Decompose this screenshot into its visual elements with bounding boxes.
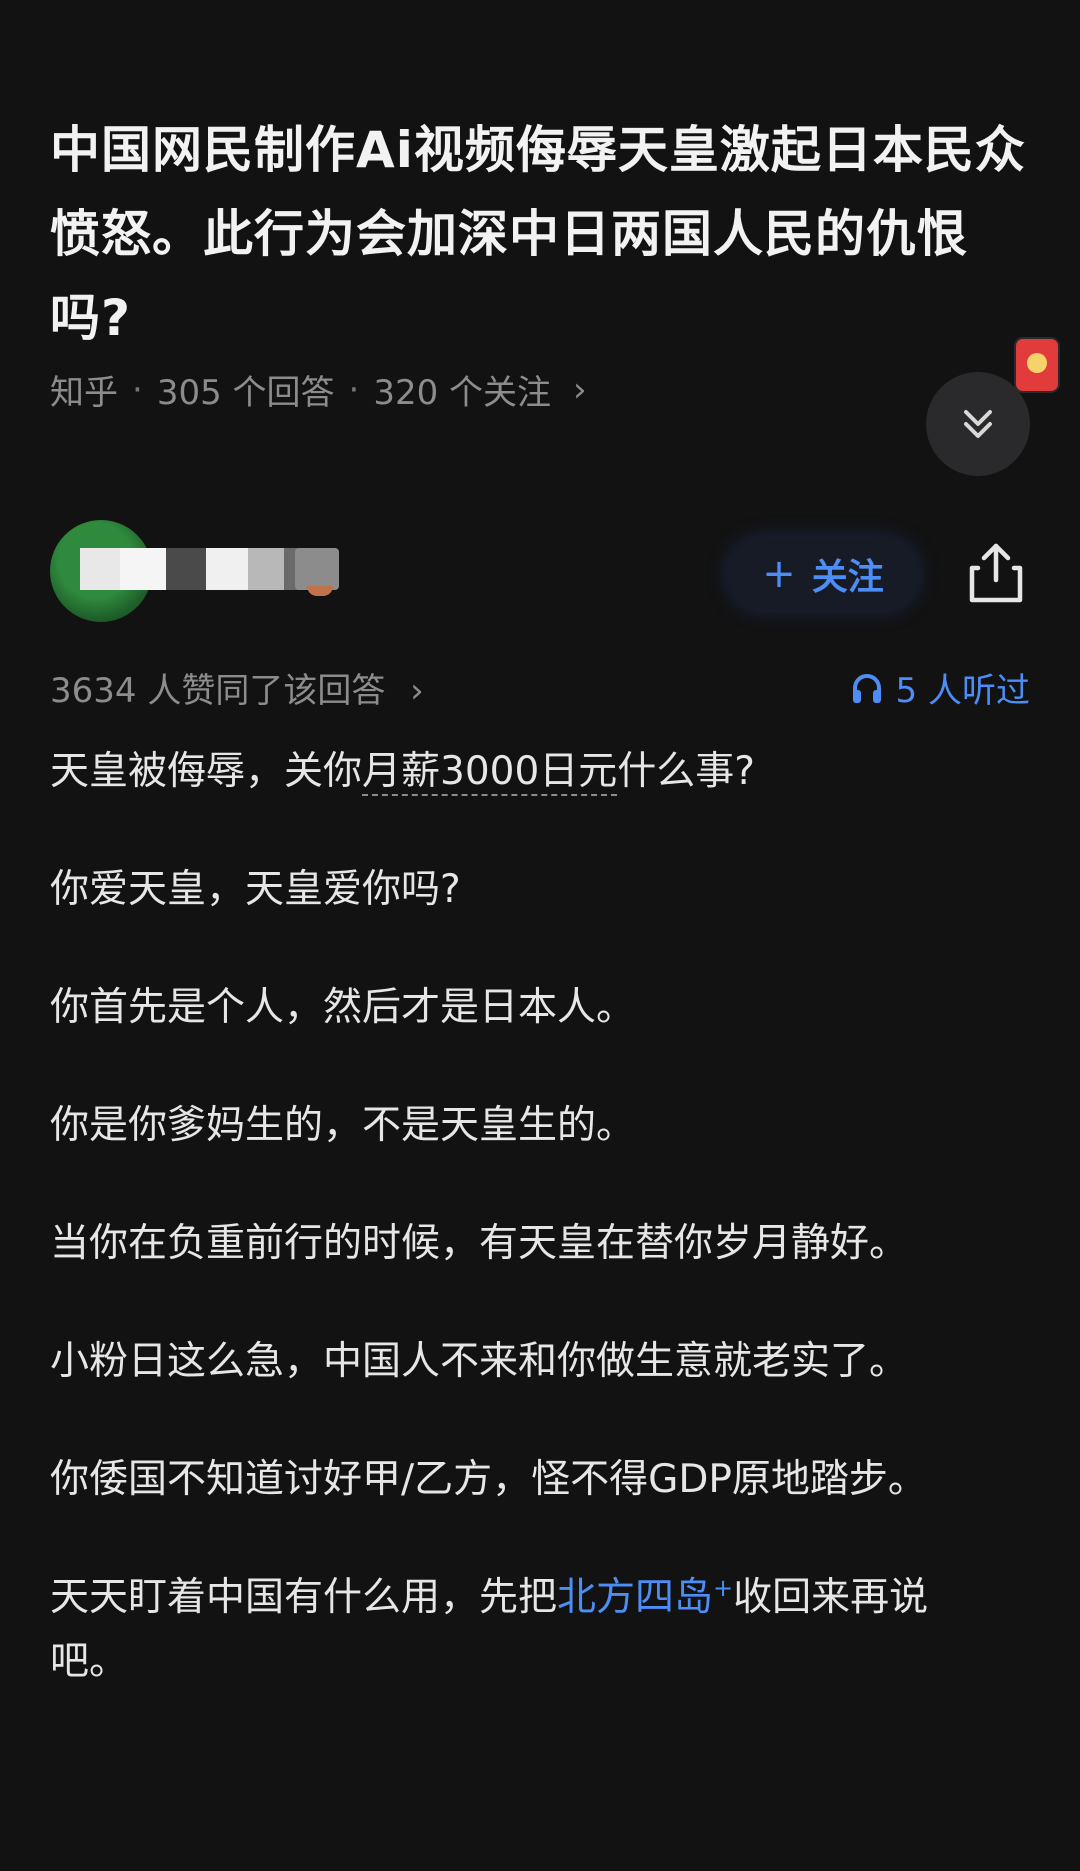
answer-text: 什么事?	[617, 749, 755, 794]
answer-paragraph: 小粉日这么急，中国人不来和你做生意就老实了。	[50, 1339, 909, 1384]
red-packet-icon[interactable]	[1016, 339, 1058, 391]
answer-content: 天皇被侮辱，关你月薪3000日元什么事? 你爱天皇，天皇爱你吗? 你首先是个人，…	[50, 740, 1030, 1748]
plus-icon: +	[762, 551, 796, 597]
listened-count[interactable]: 5 人听过	[850, 663, 1030, 712]
answer-text: 天天盯着中国有什么用，先把	[50, 1575, 558, 1620]
answer-paragraph: 天皇被侮辱，关你月薪3000日元什么事?	[50, 740, 970, 804]
question-meta[interactable]: 知乎 · 305 个回答 · 320 个关注 ›	[50, 365, 587, 414]
zhihu-answer-page: 中国网民制作Ai视频侮辱天皇激起日本民众愤怒。此行为会加深中日两国人民的仇恨吗?…	[0, 0, 1080, 1871]
share-icon	[969, 543, 1023, 603]
annotated-term[interactable]: 月薪3000日元	[362, 749, 618, 796]
upvote-count: 3634 人赞同了该回答	[50, 671, 386, 711]
search-link[interactable]: 北方四岛	[557, 1575, 713, 1620]
answer-paragraph: 你是你爹妈生的，不是天皇生的。	[50, 1103, 636, 1148]
follow-label: 关注	[811, 557, 884, 598]
answer-paragraph: 天天盯着中国有什么用，先把北方四岛+收回来再说吧。	[50, 1566, 970, 1694]
author-name-redacted[interactable]	[80, 548, 316, 590]
answer-paragraph: 当你在负重前行的时候，有天皇在替你岁月静好。	[50, 1221, 909, 1266]
listened-text: 5 人听过	[895, 671, 1030, 711]
double-chevron-down-icon	[964, 410, 992, 438]
upvote-count-link[interactable]: 3634 人赞同了该回答 ›	[50, 663, 424, 712]
collapse-button[interactable]	[926, 372, 1030, 476]
follow-button[interactable]: + 关注	[728, 538, 918, 610]
meta-separator: ·	[132, 369, 143, 410]
answer-paragraph: 你倭国不知道讨好甲/乙方，怪不得GDP原地踏步。	[50, 1457, 927, 1502]
answer-text: 天皇被侮辱，关你	[50, 749, 363, 794]
followers-count: 320 个关注	[373, 373, 552, 413]
answer-paragraph: 你爱天皇，天皇爱你吗?	[50, 867, 461, 912]
meta-separator: ·	[348, 369, 360, 410]
answer-paragraph: 你首先是个人，然后才是日本人。	[50, 985, 636, 1030]
answers-count: 305 个回答	[156, 373, 335, 413]
chevron-right-icon: ›	[573, 369, 587, 410]
search-link-marker: +	[713, 1574, 734, 1602]
share-button[interactable]	[966, 540, 1026, 604]
chevron-right-icon: ›	[410, 671, 424, 711]
headphones-icon	[852, 673, 881, 703]
source-label: 知乎	[50, 373, 118, 413]
author-badge-redacted	[295, 548, 339, 596]
question-title[interactable]: 中国网民制作Ai视频侮辱天皇激起日本民众愤怒。此行为会加深中日两国人民的仇恨吗?	[50, 108, 1030, 360]
